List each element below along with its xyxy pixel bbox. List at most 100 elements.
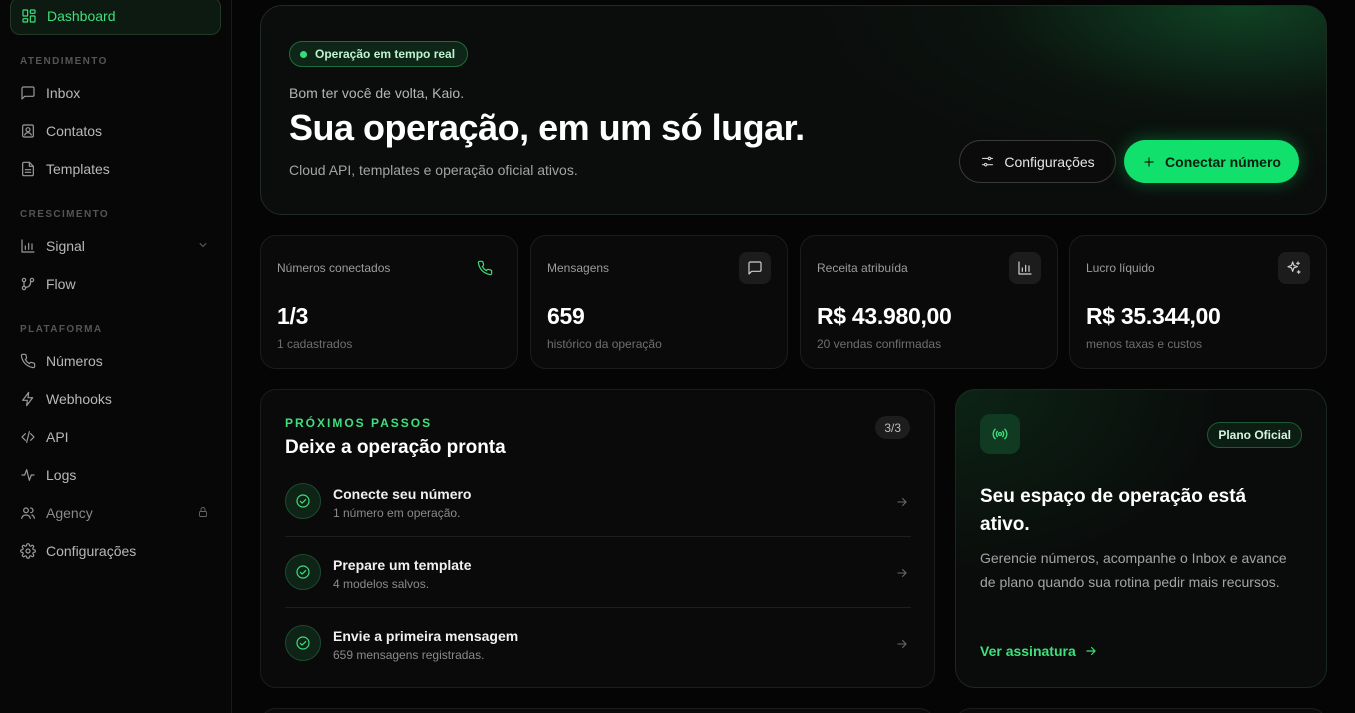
gear-icon — [20, 543, 36, 559]
phone-icon — [477, 260, 493, 276]
broadcast-icon — [992, 428, 1008, 440]
stat-card-mensagens: Mensagens 659 histórico da operação — [530, 235, 788, 369]
stat-icon — [1278, 252, 1310, 284]
sidebar-item-label: Agency — [46, 505, 93, 521]
arrow-right-icon — [1086, 646, 1096, 656]
sliders-icon — [982, 156, 994, 167]
sidebar-item-label: Signal — [46, 238, 85, 254]
stat-icon — [469, 252, 501, 284]
sidebar-item-label: Logs — [46, 467, 77, 483]
step-item[interactable]: Conecte seu número 1 número em operação. — [285, 466, 911, 537]
sidebar-item-contatos[interactable]: Contatos — [10, 114, 221, 148]
step-item[interactable]: Envie a primeira mensagem 659 mensagens … — [285, 608, 911, 679]
section-label-plataforma: PLATAFORMA — [20, 324, 103, 335]
sidebar-item-numeros[interactable]: Números — [10, 344, 221, 378]
sidebar-item-dashboard[interactable]: Dashboard — [10, 0, 221, 35]
signal-expand[interactable] — [197, 238, 209, 254]
step-item[interactable]: Prepare um template 4 modelos salvos. — [285, 537, 911, 608]
arrow-right-icon — [897, 639, 907, 649]
step-sub: 4 modelos salvos. — [333, 577, 430, 591]
sidebar-item-label: Configurações — [46, 543, 137, 559]
section-label-atendimento: ATENDIMENTO — [20, 56, 108, 67]
code-icon — [21, 431, 35, 443]
message-square-icon — [748, 261, 762, 275]
check-circle-icon — [296, 565, 310, 579]
settings-button[interactable]: Configurações — [959, 140, 1116, 183]
hero-card: Operação em tempo real Bom ter você de v… — [260, 5, 1327, 215]
sidebar-item-label: Webhooks — [46, 391, 112, 407]
step-check — [285, 483, 321, 519]
plan-badge: Plano Oficial — [1207, 422, 1302, 448]
live-badge-label: Operação em tempo real — [315, 47, 456, 61]
bolt-icon — [22, 391, 34, 407]
view-subscription-label: Ver assinatura — [980, 643, 1076, 659]
step-sub: 1 número em operação. — [333, 506, 461, 520]
stat-value: R$ 35.344,00 — [1086, 303, 1221, 329]
sidebar-item-webhooks[interactable]: Webhooks — [10, 382, 221, 416]
section-label-crescimento: CRESCIMENTO — [20, 209, 110, 220]
sidebar-item-label: Flow — [46, 276, 76, 292]
check-circle-icon — [296, 494, 310, 508]
contact-card-icon — [22, 124, 34, 138]
stat-sub: 1 cadastrados — [277, 337, 353, 351]
stat-value: 1/3 — [277, 303, 309, 329]
stat-label: Receita atribuída — [817, 261, 908, 275]
chevron-down-icon — [199, 243, 207, 247]
step-check — [285, 554, 321, 590]
step-arrow — [895, 566, 909, 585]
dashboard-grid-icon — [22, 9, 36, 23]
step-title: Conecte seu número — [333, 486, 472, 502]
view-subscription-link[interactable]: Ver assinatura — [980, 643, 1098, 659]
sidebar-item-signal[interactable]: Signal — [10, 229, 221, 263]
sidebar-item-agency[interactable]: Agency — [10, 496, 221, 530]
steps-progress-badge: 3/3 — [875, 416, 910, 439]
plan-card: Plano Oficial Seu espaço de operação est… — [955, 389, 1327, 688]
stat-card-receita: Receita atribuída R$ 43.980,00 20 vendas… — [800, 235, 1058, 369]
sidebar-item-logs[interactable]: Logs — [10, 458, 221, 492]
bar-chart-icon — [21, 239, 35, 253]
sidebar-item-label: Dashboard — [47, 8, 116, 24]
users-icon — [21, 507, 35, 519]
arrow-right-icon — [897, 497, 907, 507]
agency-lock — [197, 505, 209, 521]
stat-label: Números conectados — [277, 261, 391, 275]
sidebar-item-label: Números — [46, 353, 103, 369]
stat-value: 659 — [547, 303, 585, 329]
file-text-icon — [22, 161, 34, 177]
sidebar-item-flow[interactable]: Flow — [10, 267, 221, 301]
sidebar-item-label: API — [46, 429, 69, 445]
step-check — [285, 625, 321, 661]
sidebar-item-inbox[interactable]: Inbox — [10, 76, 221, 110]
next-steps-card: PRÓXIMOS PASSOS Deixe a operação pronta … — [260, 389, 935, 688]
next-card-peek — [260, 708, 935, 713]
step-title: Prepare um template — [333, 557, 472, 573]
stat-value: R$ 43.980,00 — [817, 303, 952, 329]
flow-branch-icon — [21, 277, 35, 291]
plan-icon — [980, 414, 1020, 454]
connect-number-button[interactable]: Conectar número — [1124, 140, 1299, 183]
activity-icon — [21, 469, 35, 481]
sidebar-item-api[interactable]: API — [10, 420, 221, 454]
sidebar-item-configuracoes[interactable]: Configurações — [10, 534, 221, 568]
plan-description: Gerencie números, acompanhe o Inbox e av… — [980, 550, 1287, 590]
stat-icon — [739, 252, 771, 284]
sidebar: Dashboard ATENDIMENTO Inbox Contatos Tem… — [0, 0, 232, 713]
step-sub: 659 mensagens registradas. — [333, 648, 485, 662]
bar-chart-icon — [1018, 261, 1032, 275]
hero-subtitle: Cloud API, templates e operação oficial … — [289, 162, 578, 178]
stat-label: Lucro líquido — [1086, 261, 1155, 275]
stat-sub: histórico da operação — [547, 337, 662, 351]
plan-title: Seu espaço de operação está ativo. — [980, 486, 1247, 535]
stat-icon — [1009, 252, 1041, 284]
sidebar-item-label: Inbox — [46, 85, 81, 101]
step-arrow — [895, 637, 909, 656]
stat-card-numeros: Números conectados 1/3 1 cadastrados — [260, 235, 518, 369]
check-circle-icon — [296, 636, 310, 650]
plus-icon — [1144, 156, 1154, 167]
stat-card-lucro: Lucro líquido R$ 35.344,00 menos taxas e… — [1069, 235, 1327, 369]
sidebar-item-templates[interactable]: Templates — [10, 152, 221, 186]
sidebar-item-label: Contatos — [46, 123, 103, 139]
sparkles-icon — [1287, 261, 1301, 274]
settings-button-label: Configurações — [1004, 153, 1095, 170]
page-title: Sua operação, em um só lugar. — [289, 107, 805, 148]
